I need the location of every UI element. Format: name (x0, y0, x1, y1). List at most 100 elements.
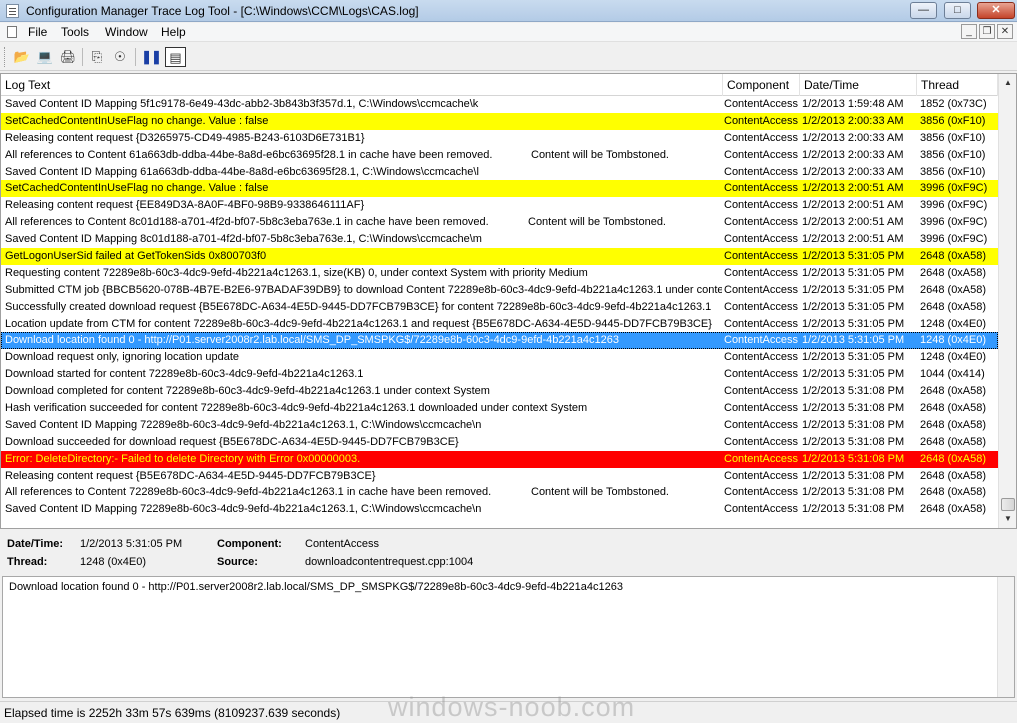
log-row[interactable]: Download completed for content 72289e8b-… (1, 383, 998, 400)
open-remote-icon[interactable]: 💻 (35, 47, 55, 67)
log-row[interactable]: Saved Content ID Mapping 72289e8b-60c3-4… (1, 501, 998, 518)
component-value: ContentAccess (305, 538, 379, 550)
log-row[interactable]: All references to Content 72289e8b-60c3-… (1, 484, 998, 501)
log-row[interactable]: Download started for content 72289e8b-60… (1, 366, 998, 383)
log-row[interactable]: Error: DeleteDirectory:- Failed to delet… (1, 450, 998, 468)
component-cell: ContentAccess (724, 266, 798, 279)
menu-file[interactable]: File (28, 25, 47, 39)
print-icon[interactable]: 🖨 (58, 47, 78, 67)
component-cell: ContentAccess (724, 452, 798, 465)
scroll-down-icon[interactable]: ▼ (1000, 511, 1016, 527)
column-header-log-text[interactable]: Log Text (1, 74, 723, 96)
log-row[interactable]: All references to Content 61a663db-ddba-… (1, 147, 998, 164)
column-header-datetime[interactable]: Date/Time (800, 74, 917, 96)
datetime-cell: 1/2/2013 5:31:08 PM (802, 418, 905, 431)
datetime-cell: 1/2/2013 2:00:51 AM (802, 182, 904, 195)
thread-cell: 3996 (0xF9C) (920, 216, 988, 229)
scroll-up-icon[interactable]: ▲ (1000, 75, 1016, 91)
log-text-cell: SetCachedContentInUseFlag no change. Val… (5, 114, 269, 127)
log-text-cell: Saved Content ID Mapping 72289e8b-60c3-4… (5, 503, 482, 516)
log-row[interactable]: Releasing content request {EE849D3A-8A0F… (1, 197, 998, 214)
log-row[interactable]: Releasing content request {D3265975-CD49… (1, 130, 998, 147)
log-row[interactable]: Successfully created download request {B… (1, 299, 998, 316)
tombstone-note: Content will be Tombstoned. (528, 216, 666, 229)
datetime-cell: 1/2/2013 2:00:33 AM (802, 148, 904, 161)
toolbar-separator (135, 48, 136, 66)
component-cell: ContentAccess (724, 385, 798, 398)
datetime-value: 1/2/2013 5:31:05 PM (80, 538, 183, 550)
log-row[interactable]: Submitted CTM job {BBCB5620-078B-4B7E-B2… (1, 282, 998, 299)
component-cell: ContentAccess (724, 351, 798, 364)
close-button[interactable]: ✕ (977, 2, 1015, 19)
mdi-close-button[interactable]: ✕ (997, 24, 1013, 39)
mdi-restore-button[interactable]: ❐ (979, 24, 995, 39)
log-row[interactable]: Saved Content ID Mapping 72289e8b-60c3-4… (1, 417, 998, 434)
datetime-cell: 1/2/2013 5:31:08 PM (802, 452, 905, 465)
thread-cell: 1044 (0x414) (920, 368, 985, 381)
menu-tools[interactable]: Tools (61, 25, 89, 39)
datetime-cell: 1/2/2013 5:31:08 PM (802, 486, 905, 499)
menu-window[interactable]: Window (105, 25, 148, 39)
message-pane[interactable]: Download location found 0 - http://P01.s… (2, 576, 1015, 698)
log-row[interactable]: Download location found 0 - http://P01.s… (1, 332, 998, 350)
copy-icon[interactable]: ⎘ (87, 47, 107, 67)
thread-value: 1248 (0x4E0) (80, 556, 147, 568)
thread-cell: 2648 (0xA58) (920, 385, 987, 398)
log-text-cell: Download completed for content 72289e8b-… (5, 385, 490, 398)
log-text-cell: Hash verification succeeded for content … (5, 402, 588, 415)
tombstone-note: Content will be Tombstoned. (531, 486, 669, 499)
log-row[interactable]: Saved Content ID Mapping 61a663db-ddba-4… (1, 164, 998, 181)
datetime-cell: 1/2/2013 5:31:05 PM (802, 300, 905, 313)
tombstone-note: Content will be Tombstoned. (531, 148, 669, 161)
maximize-button[interactable]: □ (944, 2, 971, 19)
mdi-minimize-button[interactable]: _ (961, 24, 977, 39)
find-icon[interactable]: ☉ (110, 47, 130, 67)
component-cell: ContentAccess (724, 300, 798, 313)
document-icon[interactable] (7, 26, 17, 38)
pause-icon[interactable]: ❚❚ (141, 47, 162, 67)
datetime-cell: 1/2/2013 2:00:33 AM (802, 114, 904, 127)
component-cell: ContentAccess (724, 469, 798, 482)
log-row[interactable]: All references to Content 8c01d188-a701-… (1, 214, 998, 231)
toolbar-separator (82, 48, 83, 66)
log-row[interactable]: GetLogonUserSid failed at GetTokenSids 0… (1, 248, 998, 265)
log-row[interactable]: Releasing content request {B5E678DC-A634… (1, 468, 998, 485)
menu-bar: File Tools Window Help _ ❐ ✕ (0, 23, 1017, 42)
log-row[interactable]: Requesting content 72289e8b-60c3-4dc9-9e… (1, 265, 998, 282)
component-cell: ContentAccess (724, 114, 798, 127)
component-cell: ContentAccess (724, 317, 798, 330)
menu-help[interactable]: Help (161, 25, 186, 39)
thread-cell: 2648 (0xA58) (920, 250, 987, 263)
log-row[interactable]: Download succeeded for download request … (1, 434, 998, 451)
open-folder-icon[interactable]: 📂 (12, 47, 32, 67)
datetime-label: Date/Time: (7, 538, 64, 550)
info-pane-icon[interactable]: ▤ (165, 47, 186, 67)
log-text-cell: Download succeeded for download request … (5, 435, 459, 448)
minimize-button[interactable]: — (910, 2, 937, 19)
datetime-cell: 1/2/2013 2:00:51 AM (802, 216, 904, 229)
log-row[interactable]: SetCachedContentInUseFlag no change. Val… (1, 180, 998, 198)
toolbar: 📂 💻 🖨 ⎘ ☉ ❚❚ ▤ (0, 43, 1017, 71)
message-scrollbar[interactable] (997, 577, 1014, 697)
log-row[interactable]: SetCachedContentInUseFlag no change. Val… (1, 112, 998, 130)
log-row[interactable]: Saved Content ID Mapping 5f1c9178-6e49-4… (1, 96, 998, 113)
log-row[interactable]: Location update from CTM for content 722… (1, 316, 998, 333)
log-row[interactable]: Download request only, ignoring location… (1, 349, 998, 366)
column-header-component[interactable]: Component (723, 74, 800, 96)
log-text-cell: Download started for content 72289e8b-60… (5, 368, 364, 381)
component-cell: ContentAccess (724, 165, 798, 178)
toolbar-grip[interactable] (4, 47, 7, 67)
component-cell: ContentAccess (724, 148, 798, 161)
scroll-thumb[interactable] (1001, 498, 1015, 511)
log-text-cell: Download location found 0 - http://P01.s… (5, 334, 619, 347)
log-row[interactable]: Saved Content ID Mapping 8c01d188-a701-4… (1, 231, 998, 248)
datetime-cell: 1/2/2013 5:31:05 PM (802, 351, 905, 364)
vertical-scrollbar[interactable]: ▲ ▼ (998, 74, 1016, 528)
datetime-cell: 1/2/2013 2:00:33 AM (802, 165, 904, 178)
thread-cell: 2648 (0xA58) (920, 452, 987, 465)
datetime-cell: 1/2/2013 5:31:05 PM (802, 250, 905, 263)
log-row[interactable]: Hash verification succeeded for content … (1, 400, 998, 417)
log-grid[interactable]: Log Text Component Date/Time Thread Save… (0, 73, 1017, 529)
column-header-thread[interactable]: Thread (917, 74, 998, 96)
log-text-cell: Releasing content request {B5E678DC-A634… (5, 469, 376, 482)
